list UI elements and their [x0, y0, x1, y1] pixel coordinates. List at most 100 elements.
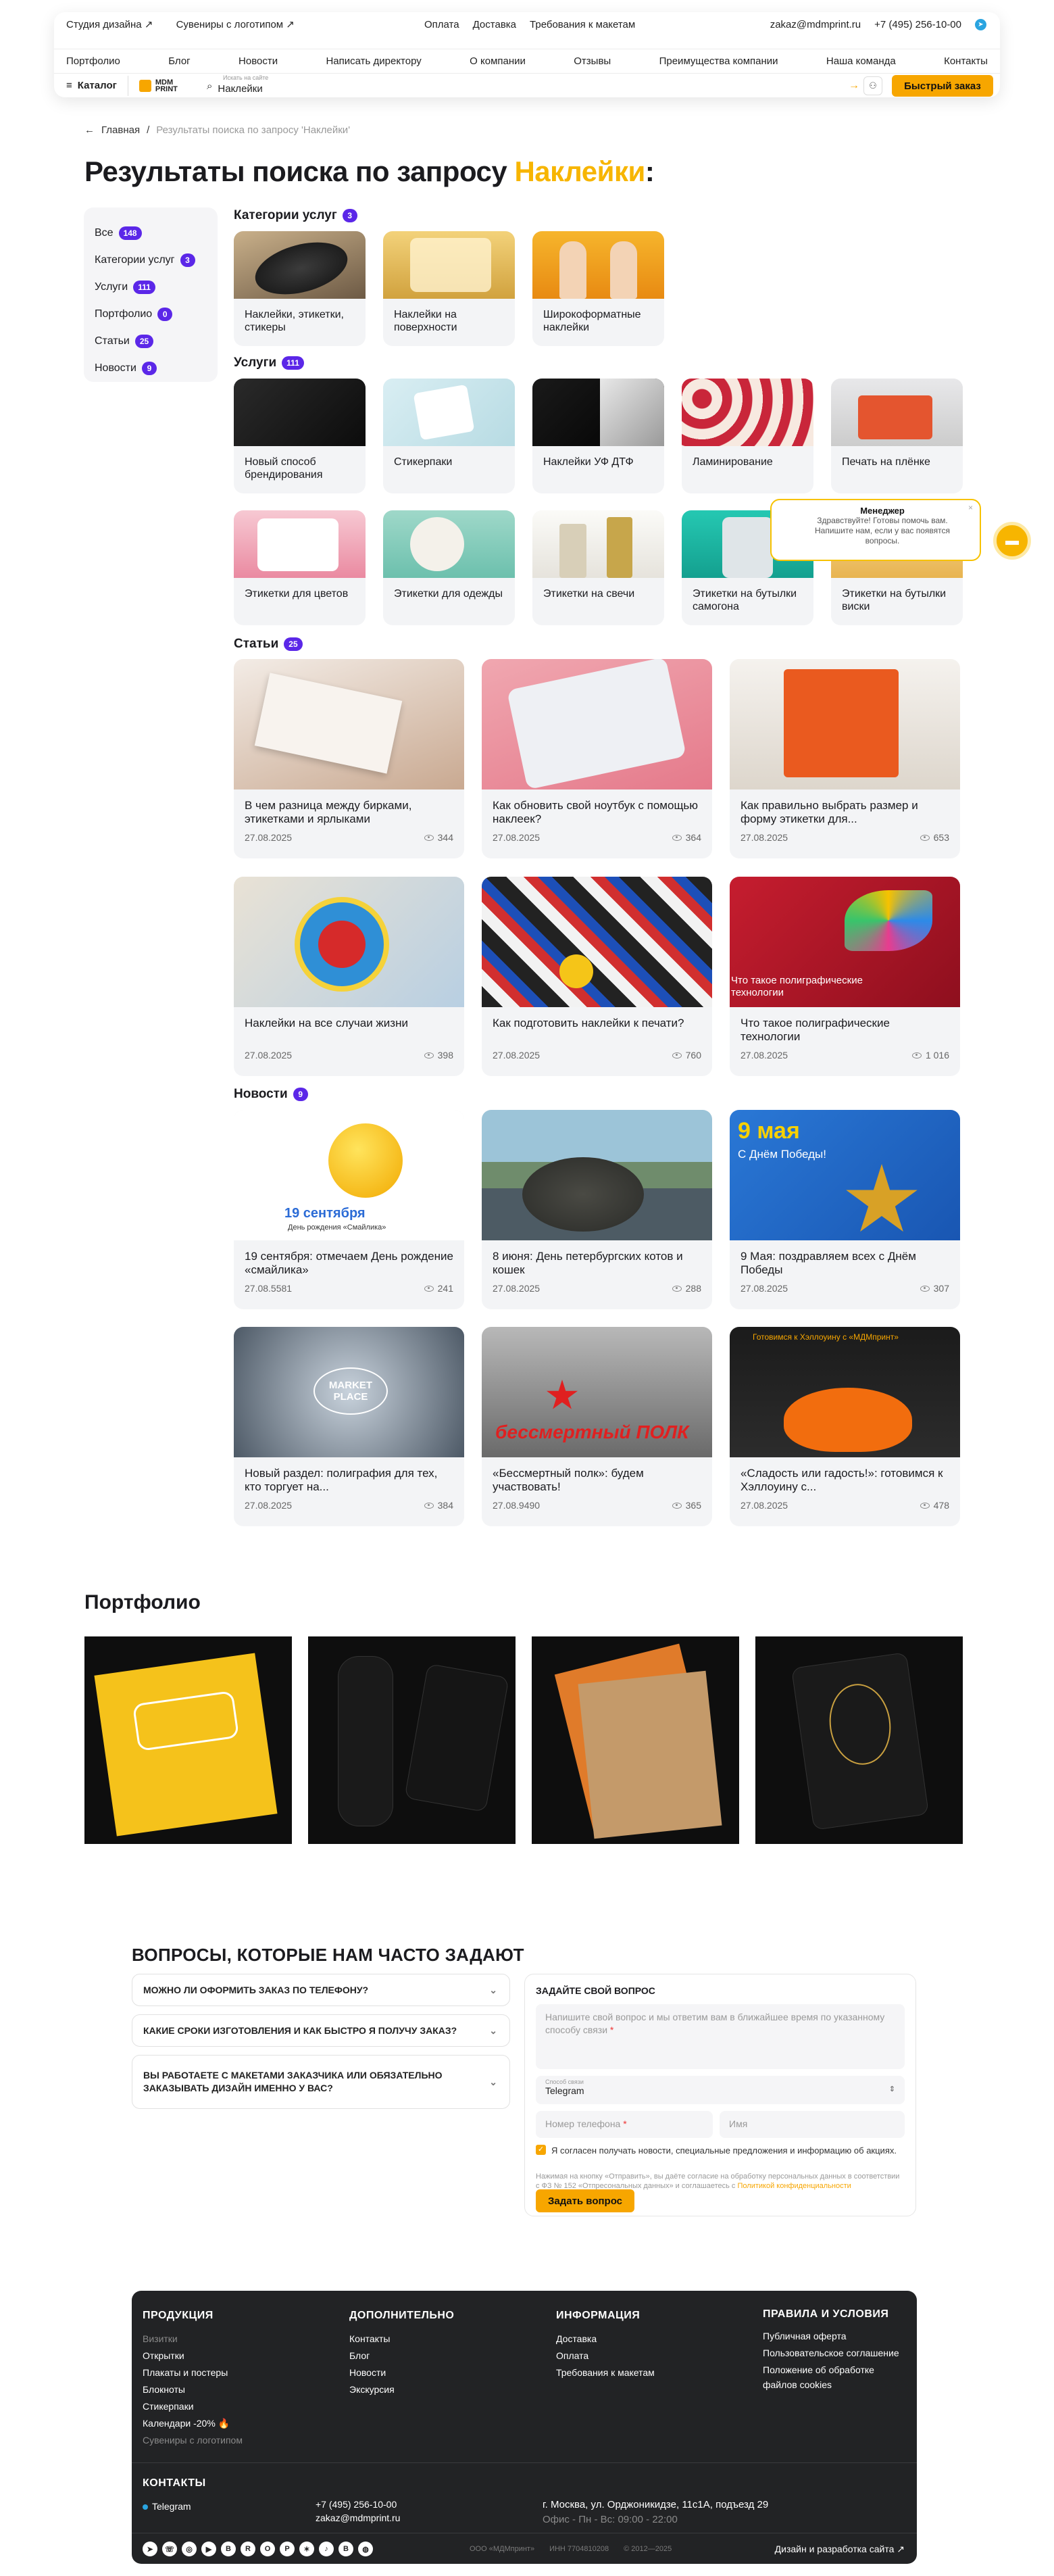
article-card[interactable]: Как обновить свой ноутбук с помощью накл…: [482, 659, 712, 858]
souvenirs-link[interactable]: Сувениры с логотипом ↗: [176, 19, 295, 30]
footer-link[interactable]: Новости: [349, 2364, 454, 2381]
nav-write-director[interactable]: Написать директору: [326, 55, 421, 67]
article-card[interactable]: Как правильно выбрать размер и форму эти…: [730, 659, 960, 858]
search-submit-icon[interactable]: →: [849, 80, 859, 92]
nav-portfolio[interactable]: Портфолио: [66, 55, 120, 67]
footer-link[interactable]: Открытки: [143, 2348, 243, 2364]
youtube-icon[interactable]: ▶: [201, 2542, 216, 2556]
footer-link[interactable]: Контакты: [349, 2331, 454, 2348]
article-card[interactable]: В чем разница между бирками, этикетками …: [234, 659, 464, 858]
footer-link[interactable]: Стикерпаки: [143, 2398, 243, 2415]
footer-link[interactable]: Сувениры с логотипом: [143, 2432, 243, 2449]
consent-checkbox[interactable]: ✓: [536, 2145, 546, 2155]
close-icon[interactable]: ×: [968, 503, 973, 513]
footer-link[interactable]: Экскурсия: [349, 2381, 454, 2398]
pinterest-icon[interactable]: P: [280, 2542, 295, 2556]
name-field[interactable]: Имя: [720, 2111, 905, 2138]
footer-telegram-link[interactable]: Telegram: [152, 2498, 191, 2515]
filter-all[interactable]: Все 148: [95, 220, 207, 247]
filter-articles[interactable]: Статьи 25: [95, 328, 207, 355]
payment-link[interactable]: Оплата: [424, 19, 459, 30]
portfolio-item[interactable]: [532, 1636, 739, 1844]
dzen-icon[interactable]: ✶: [299, 2542, 314, 2556]
quick-order-button[interactable]: Быстрый заказ: [892, 75, 993, 97]
nav-advantages[interactable]: Преимущества компании: [659, 55, 778, 67]
faq-item[interactable]: ВЫ РАБОТАЕТЕ С МАКЕТАМИ ЗАКАЗЧИКА ИЛИ ОБ…: [132, 2055, 510, 2109]
faq-item[interactable]: КАКИЕ СРОКИ ИЗГОТОВЛЕНИЯ И КАК БЫСТРО Я …: [132, 2014, 510, 2047]
footer-link[interactable]: Положение об обработке файлов cookies: [763, 2362, 905, 2392]
footer-link[interactable]: Блокноты: [143, 2381, 243, 2398]
rutube-icon[interactable]: R: [241, 2542, 255, 2556]
service-card[interactable]: Этикетки для одежды: [383, 510, 515, 625]
service-card[interactable]: Стикерпаки: [383, 379, 515, 493]
filter-categories[interactable]: Категории услуг 3: [95, 247, 207, 274]
whatsapp-icon[interactable]: ☏: [162, 2542, 177, 2556]
service-card[interactable]: Наклейки УФ ДТФ: [532, 379, 664, 493]
footer-link[interactable]: Доставка: [556, 2331, 655, 2348]
service-card[interactable]: Новый способ брендирования: [234, 379, 366, 493]
footer-link[interactable]: Требования к макетам: [556, 2364, 655, 2381]
footer-link[interactable]: Публичная оферта: [763, 2329, 905, 2343]
news-card[interactable]: 8 июня: День петербургских котов и кошек…: [482, 1110, 712, 1309]
tiktok-icon[interactable]: ♪: [319, 2542, 334, 2556]
design-studio-link[interactable]: Студия дизайна ↗: [66, 19, 153, 30]
user-icon[interactable]: ⚇: [863, 76, 882, 95]
nav-about[interactable]: О компании: [470, 55, 526, 67]
submit-question-button[interactable]: Задать вопрос: [536, 2189, 634, 2212]
telegram-icon[interactable]: ➤: [143, 2542, 157, 2556]
portfolio-item[interactable]: [308, 1636, 516, 1844]
article-card[interactable]: Как подготовить наклейки к печати? 27.08…: [482, 877, 712, 1076]
category-card[interactable]: Наклейки, этикетки, стикеры: [234, 231, 366, 346]
news-card[interactable]: 9 мая С Днём Победы! 9 Мая: поздравляем …: [730, 1110, 960, 1309]
footer-link[interactable]: Пользовательское соглашение: [763, 2346, 905, 2360]
article-card[interactable]: Что такое полиграфические технологии Что…: [730, 877, 960, 1076]
filter-services[interactable]: Услуги 111: [95, 274, 207, 301]
news-card[interactable]: 19 сентября День рождения «Смайлика» 19 …: [234, 1110, 464, 1309]
footer-link[interactable]: Визитки: [143, 2331, 243, 2348]
privacy-policy-link[interactable]: Политикой конфиденциальности: [738, 2182, 851, 2190]
nav-team[interactable]: Наша команда: [826, 55, 896, 67]
behance-icon[interactable]: B: [338, 2542, 353, 2556]
filter-portfolio[interactable]: Портфолио 0: [95, 301, 207, 328]
manager-chat-popup[interactable]: Менеджер Здравствуйте! Готовы помочь вам…: [770, 499, 981, 561]
news-card[interactable]: Готовимся к Хэллоуину с «МДМпринт» «Слад…: [730, 1327, 960, 1526]
footer-link[interactable]: Оплата: [556, 2348, 655, 2364]
service-card[interactable]: Этикетки на свечи: [532, 510, 664, 625]
ok-icon[interactable]: O: [260, 2542, 275, 2556]
service-card[interactable]: Печать на плёнке: [831, 379, 963, 493]
logo[interactable]: MDM PRINT: [139, 78, 178, 93]
chat-bubble-button[interactable]: ▬: [993, 522, 1031, 560]
instagram-icon[interactable]: ◎: [182, 2542, 197, 2556]
requirements-link[interactable]: Требования к макетам: [530, 19, 635, 30]
contact-method-select[interactable]: Способ связи Telegram ⇕: [536, 2076, 905, 2104]
breadcrumb-home[interactable]: Главная: [101, 124, 140, 136]
news-card[interactable]: MARKET PLACE Новый раздел: полиграфия дл…: [234, 1327, 464, 1526]
article-card[interactable]: Наклейки на все случаи жизни 27.08.2025 …: [234, 877, 464, 1076]
footer-link[interactable]: Плакаты и постеры: [143, 2364, 243, 2381]
search-input[interactable]: ⌕ Искать на сайте Наклейки →: [207, 74, 859, 96]
category-card[interactable]: Наклейки на поверхности: [383, 231, 515, 346]
telegram-icon[interactable]: ➤: [975, 18, 986, 30]
nav-news[interactable]: Новости: [239, 55, 278, 67]
service-card[interactable]: Этикетки для цветов: [234, 510, 366, 625]
service-card[interactable]: Ламинирование: [682, 379, 813, 493]
filter-news[interactable]: Новости 9: [95, 355, 207, 382]
header-email[interactable]: zakaz@mdmprint.ru: [770, 19, 861, 30]
catalog-button[interactable]: ≡ Каталог: [66, 75, 128, 96]
category-card[interactable]: Широкоформатные наклейки: [532, 231, 664, 346]
footer-phone[interactable]: +7 (495) 256-10-00: [316, 2498, 400, 2511]
faq-item[interactable]: МОЖНО ЛИ ОФОРМИТЬ ЗАКАЗ ПО ТЕЛЕФОНУ? ⌄: [132, 1974, 510, 2006]
footer-link[interactable]: Календари -20% 🔥: [143, 2415, 243, 2432]
nav-blog[interactable]: Блог: [168, 55, 190, 67]
delivery-link[interactable]: Доставка: [473, 19, 516, 30]
back-arrow-icon[interactable]: ←: [84, 124, 95, 136]
portfolio-item[interactable]: [84, 1636, 292, 1844]
nav-reviews[interactable]: Отзывы: [574, 55, 611, 67]
news-card[interactable]: бессмертный ПОЛК «Бессмертный полк»: буд…: [482, 1327, 712, 1526]
header-phone[interactable]: +7 (495) 256-10-00: [874, 19, 961, 30]
question-field[interactable]: Напишите свой вопрос и мы ответим вам в …: [536, 2004, 905, 2069]
footer-link[interactable]: Блог: [349, 2348, 454, 2364]
footer-email[interactable]: zakaz@mdmprint.ru: [316, 2511, 400, 2525]
developer-link[interactable]: Дизайн и разработка сайта ↗: [775, 2544, 905, 2555]
portfolio-item[interactable]: [755, 1636, 963, 1844]
